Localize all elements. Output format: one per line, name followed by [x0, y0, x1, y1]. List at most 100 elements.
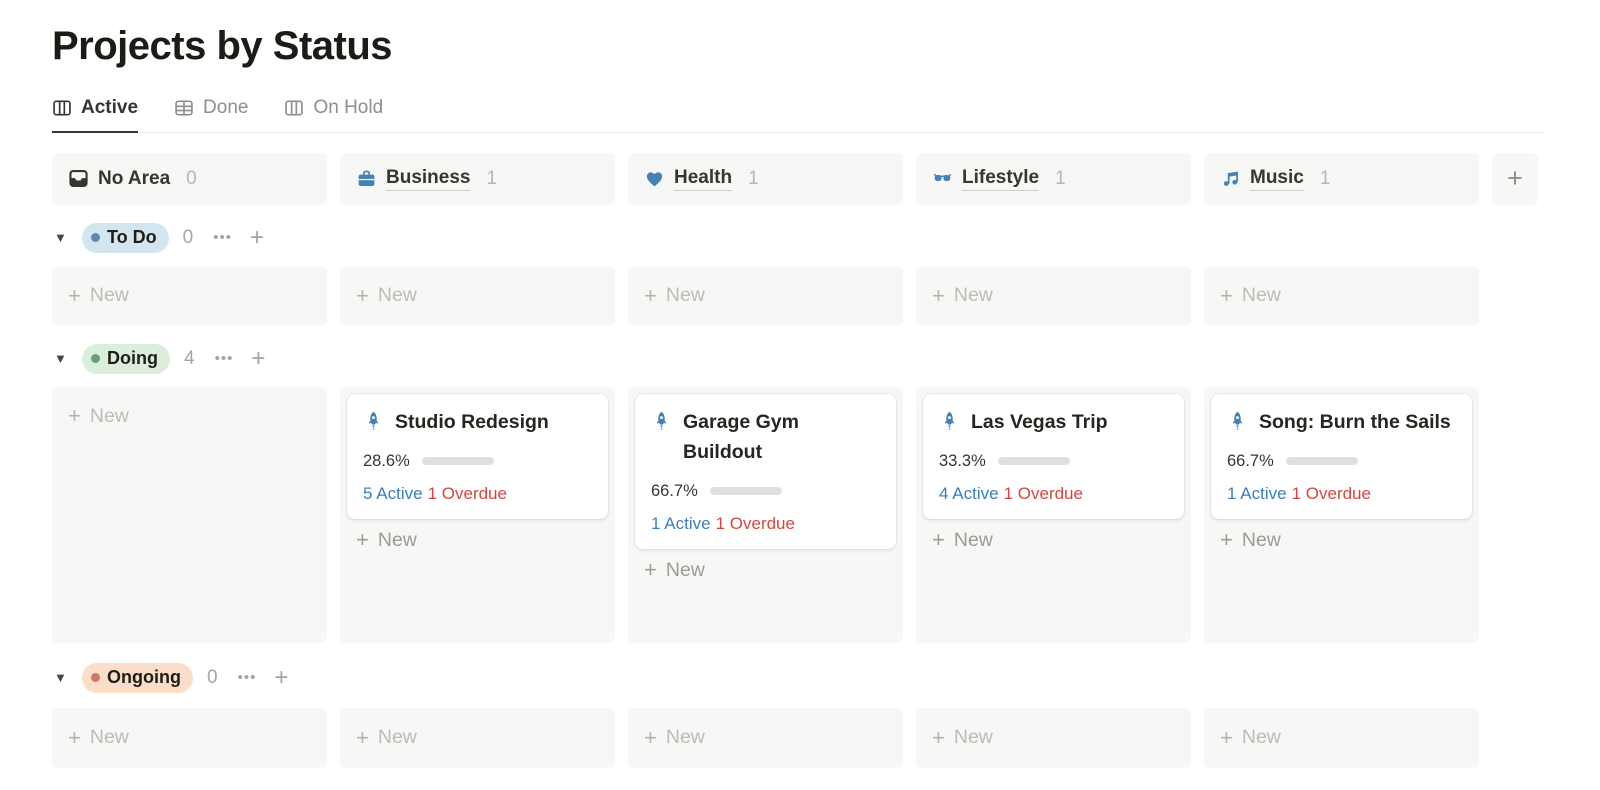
board-cell-business-doing: Studio Redesign 28.6% 5 Active 1 Overdue… — [340, 387, 615, 643]
group-menu-icon[interactable]: ••• — [215, 350, 234, 367]
new-item-button[interactable]: +New — [1220, 529, 1472, 552]
tab-label: Done — [203, 97, 248, 119]
group-count: 4 — [184, 348, 195, 370]
collapse-toggle-icon[interactable]: ▼ — [54, 230, 70, 245]
column-count: 1 — [1055, 168, 1066, 190]
progress-label: 66.7% — [651, 482, 698, 501]
plus-icon: + — [932, 727, 945, 749]
group-add-icon[interactable]: + — [274, 666, 288, 690]
tab-done[interactable]: Done — [174, 97, 248, 132]
new-item-button[interactable]: +New — [644, 559, 896, 582]
project-card-song-burn-the-sails[interactable]: Song: Burn the Sails 66.7% 1 Active 1 Ov… — [1211, 394, 1472, 519]
plus-icon: + — [1220, 529, 1233, 551]
new-item-button[interactable]: +New — [1204, 266, 1479, 326]
board-cell-health-doing: Garage Gym Buildout 66.7% 1 Active 1 Ove… — [628, 387, 903, 643]
status-dot-icon — [91, 673, 100, 682]
status-badge-to-do[interactable]: To Do — [82, 223, 169, 253]
new-item-button[interactable]: +New — [932, 529, 1184, 552]
progress-label: 66.7% — [1227, 452, 1274, 471]
heart-icon — [644, 168, 665, 189]
project-card-garage-gym-buildout[interactable]: Garage Gym Buildout 66.7% 1 Active 1 Ove… — [635, 394, 896, 549]
column-count: 1 — [486, 168, 497, 190]
new-item-button[interactable]: +New — [916, 266, 1191, 326]
column-header-business[interactable]: Business 1 — [340, 153, 615, 205]
group-add-icon[interactable]: + — [250, 226, 264, 250]
group-name: Doing — [107, 348, 158, 369]
rocket-icon — [363, 410, 384, 431]
plus-icon: + — [932, 529, 945, 551]
column-count: 0 — [186, 168, 197, 190]
add-column-button[interactable]: + — [1492, 153, 1538, 205]
status-dot-icon — [91, 354, 100, 363]
progress-bar — [422, 457, 494, 465]
collapse-toggle-icon[interactable]: ▼ — [54, 670, 70, 685]
group-row-to-do: +New +New +New +New +New — [52, 266, 1597, 326]
group-row-doing: +New Studio Redesign 28.6% 5 Active 1 Ov… — [52, 387, 1597, 643]
column-header-music[interactable]: Music 1 — [1204, 153, 1479, 205]
board-cell-music-doing: Song: Burn the Sails 66.7% 1 Active 1 Ov… — [1204, 387, 1479, 643]
card-task-stats: 1 Active 1 Overdue — [1227, 484, 1456, 504]
plus-icon: + — [68, 285, 81, 307]
project-card-las-vegas-trip[interactable]: Las Vegas Trip 33.3% 4 Active 1 Overdue — [923, 394, 1184, 519]
card-title: Song: Burn the Sails — [1259, 407, 1451, 437]
progress-bar — [710, 487, 782, 495]
column-header-health[interactable]: Health 1 — [628, 153, 903, 205]
rocket-icon — [939, 410, 960, 431]
new-item-button[interactable]: +New — [628, 708, 903, 768]
column-name[interactable]: Business — [386, 167, 470, 191]
group-header-to-do: ▼ To Do 0 ••• + — [54, 218, 1597, 258]
board: No Area 0 Business 1 Health 1 Lifestyle … — [52, 153, 1597, 768]
card-title: Garage Gym Buildout — [683, 407, 880, 467]
column-name: No Area — [98, 168, 170, 190]
project-card-studio-redesign[interactable]: Studio Redesign 28.6% 5 Active 1 Overdue — [347, 394, 608, 519]
plus-icon: + — [356, 285, 369, 307]
briefcase-icon — [356, 168, 377, 189]
progress-bar — [1286, 457, 1358, 465]
group-name: To Do — [107, 227, 157, 248]
plus-icon: + — [932, 285, 945, 307]
new-item-button[interactable]: +New — [52, 266, 327, 326]
new-item-button[interactable]: +New — [356, 529, 608, 552]
column-name[interactable]: Music — [1250, 167, 1304, 191]
new-item-button[interactable]: +New — [340, 266, 615, 326]
progress-label: 28.6% — [363, 452, 410, 471]
new-item-button[interactable]: +New — [628, 266, 903, 326]
progress-bar — [998, 457, 1070, 465]
new-item-button[interactable]: +New — [52, 708, 327, 768]
new-item-button[interactable]: +New — [916, 708, 1191, 768]
board-view-icon — [52, 98, 72, 118]
status-badge-doing[interactable]: Doing — [82, 344, 170, 374]
column-header-row: No Area 0 Business 1 Health 1 Lifestyle … — [52, 153, 1597, 205]
collapse-toggle-icon[interactable]: ▼ — [54, 351, 70, 366]
column-name[interactable]: Lifestyle — [962, 167, 1039, 191]
group-header-doing: ▼ Doing 4 ••• + — [54, 339, 1597, 379]
plus-icon: + — [1220, 285, 1233, 307]
column-name[interactable]: Health — [674, 167, 732, 191]
plus-icon: + — [644, 285, 657, 307]
tab-on-hold[interactable]: On Hold — [284, 97, 383, 132]
group-menu-icon[interactable]: ••• — [238, 669, 257, 686]
plus-icon: + — [68, 727, 81, 749]
status-badge-ongoing[interactable]: Ongoing — [82, 663, 193, 693]
rocket-icon — [1227, 410, 1248, 431]
table-view-icon — [174, 98, 194, 118]
group-row-ongoing: +New +New +New +New +New — [52, 708, 1597, 768]
group-add-icon[interactable]: + — [251, 347, 265, 371]
inbox-icon — [68, 168, 89, 189]
column-header-no-area[interactable]: No Area 0 — [52, 153, 327, 205]
group-menu-icon[interactable]: ••• — [213, 229, 232, 246]
new-item-button[interactable]: +New — [1204, 708, 1479, 768]
new-item-button[interactable]: +New — [340, 708, 615, 768]
board-cell-lifestyle-doing: Las Vegas Trip 33.3% 4 Active 1 Overdue … — [916, 387, 1191, 643]
group-name: Ongoing — [107, 667, 181, 688]
tab-label: On Hold — [313, 97, 383, 119]
tab-active[interactable]: Active — [52, 97, 138, 133]
plus-icon: + — [356, 727, 369, 749]
new-item-button[interactable]: +New — [52, 387, 327, 643]
plus-icon: + — [1220, 727, 1233, 749]
column-header-lifestyle[interactable]: Lifestyle 1 — [916, 153, 1191, 205]
status-dot-icon — [91, 233, 100, 242]
plus-icon: + — [356, 529, 369, 551]
group-count: 0 — [183, 227, 194, 249]
rocket-icon — [651, 410, 672, 431]
